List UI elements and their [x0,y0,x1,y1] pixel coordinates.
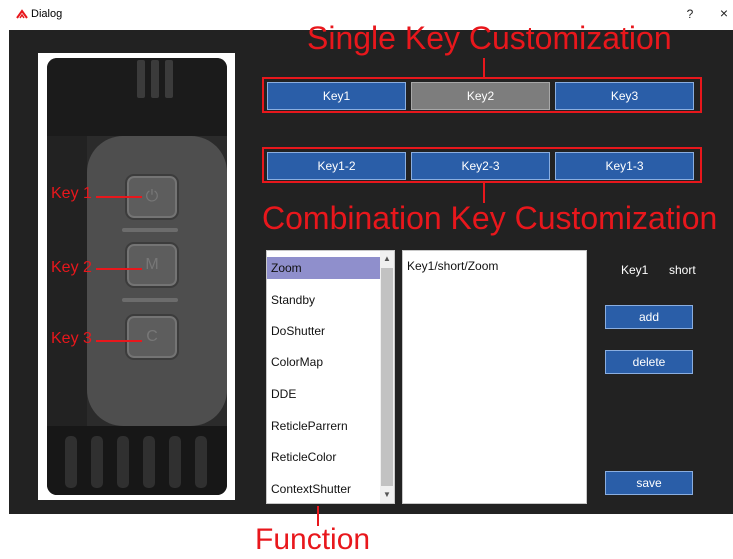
key-3-pointer [96,340,142,342]
close-button[interactable]: × [717,5,731,21]
function-item-reticlecolor[interactable]: ReticleColor [267,446,380,468]
function-item-reticleparrern[interactable]: ReticleParrern [267,415,380,437]
device-knurl [169,436,181,488]
app-icon [16,9,28,19]
single-key-button-key3[interactable]: Key3 [555,82,694,110]
function-item-colormap[interactable]: ColorMap [267,351,380,373]
current-press-label: short [669,263,696,277]
combination-key-button-1-3[interactable]: Key1-3 [555,152,694,180]
combination-key-button-2-3[interactable]: Key2-3 [411,152,550,180]
current-key-label: Key1 [621,263,649,277]
key-1-pointer [96,196,142,198]
key-1-annotation: Key 1 [51,185,92,202]
device-knurl [65,436,77,488]
device-key-3: C [125,314,179,360]
device-rib [165,60,173,98]
device-rib [151,60,159,98]
function-list-scrollbar[interactable]: ▲ ▼ [380,251,394,503]
delete-button[interactable]: delete [605,350,693,374]
single-key-pointer [483,58,485,78]
assignment-list[interactable]: Key1/short/Zoom [402,250,587,504]
scroll-thumb[interactable] [381,268,393,486]
save-button[interactable]: save [605,471,693,495]
help-button[interactable]: ? [684,7,696,21]
single-key-button-key2[interactable]: Key2 [411,82,550,110]
device-separator [122,228,178,232]
key-2-annotation: Key 2 [51,259,92,276]
device-key-2: M [125,242,179,288]
scroll-up-icon[interactable]: ▲ [380,251,394,267]
combination-key-button-1-2[interactable]: Key1-2 [267,152,406,180]
device-rib [137,60,145,98]
single-key-annotation: Single Key Customization [307,20,672,56]
device-knurl [143,436,155,488]
device-side [47,136,87,426]
key-2-pointer [96,268,142,270]
function-annotation: Function [255,523,371,556]
scroll-down-icon[interactable]: ▼ [380,487,394,503]
device-separator [122,298,178,302]
device-knurl [91,436,103,488]
assignment-item[interactable]: Key1/short/Zoom [407,259,498,273]
device-knurl [195,436,207,488]
key-3-annotation: Key 3 [51,330,92,347]
function-item-zoom[interactable]: Zoom [267,257,380,279]
add-button[interactable]: add [605,305,693,329]
function-item-standby[interactable]: Standby [267,289,380,311]
function-item-contextshutter[interactable]: ContextShutter [267,478,380,500]
function-item-doshutter[interactable]: DoShutter [267,320,380,342]
combination-key-annotation: Combination Key Customization [262,200,718,236]
function-item-dde[interactable]: DDE [267,383,380,405]
window-title: Dialog [31,8,63,20]
device-knurl [117,436,129,488]
function-list[interactable]: Zoom Standby DoShutter ColorMap DDE Reti… [266,250,395,504]
single-key-button-key1[interactable]: Key1 [267,82,406,110]
